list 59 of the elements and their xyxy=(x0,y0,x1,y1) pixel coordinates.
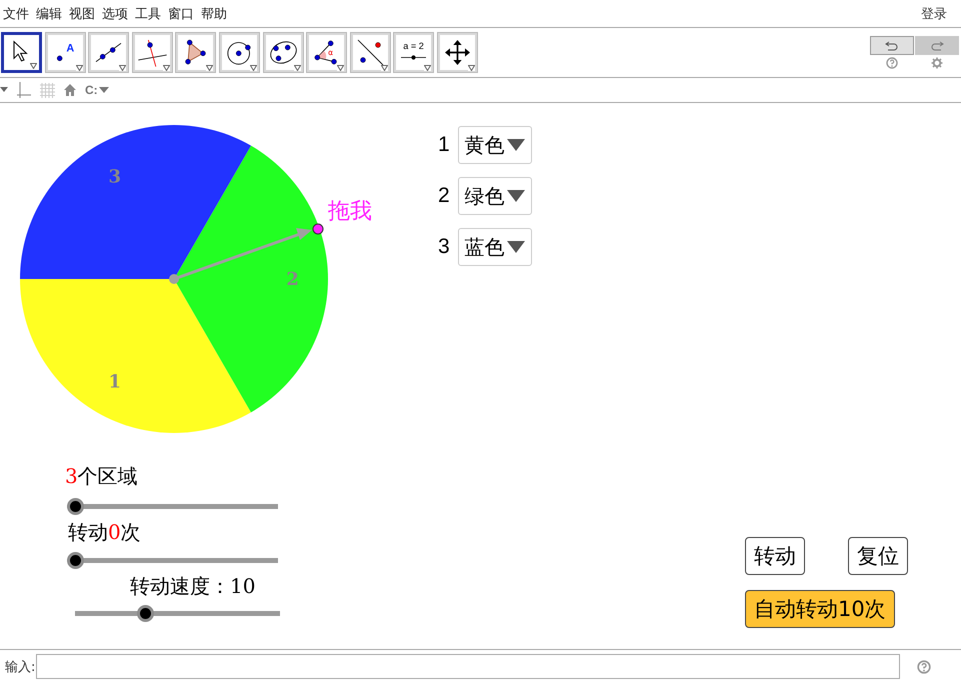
tool-button[interactable] xyxy=(132,32,173,73)
color-dropdown[interactable]: 黄色 xyxy=(458,126,532,164)
slider-label: 转动0次 xyxy=(68,519,141,546)
menu-item[interactable]: 视图 xyxy=(66,4,99,22)
slider-label: 3个区域 xyxy=(65,463,138,490)
color-dropdown[interactable]: 蓝色 xyxy=(458,228,532,266)
collapse-icon[interactable] xyxy=(0,87,8,93)
choice-number: 2 xyxy=(438,184,450,208)
caret-icon xyxy=(506,190,525,202)
line-and-points-icon xyxy=(352,35,388,70)
drag-point[interactable] xyxy=(312,224,324,234)
menu-item[interactable]: 工具 xyxy=(132,4,165,22)
tool-button[interactable] xyxy=(175,32,216,73)
menu-item[interactable]: 选项 xyxy=(99,4,132,22)
point-label: 拖我 xyxy=(328,199,372,224)
help-icon[interactable] xyxy=(886,57,898,69)
tool-button[interactable] xyxy=(218,32,260,73)
undo-button[interactable] xyxy=(870,36,914,55)
undo-icon xyxy=(885,40,899,50)
choice-number: 3 xyxy=(438,235,450,259)
sector-label: 2 xyxy=(286,269,299,290)
help-icon[interactable] xyxy=(917,660,932,674)
dropdown-triangle-icon xyxy=(30,63,37,69)
settings-icon[interactable] xyxy=(931,57,943,69)
label-style-button[interactable]: C: xyxy=(85,83,109,97)
slider-thumb[interactable] xyxy=(67,498,84,515)
dropdown-triangle-icon xyxy=(424,65,432,71)
input-label: 输入: xyxy=(5,658,36,676)
tool-button[interactable] xyxy=(350,32,391,73)
slider-thumb[interactable] xyxy=(136,605,154,622)
tool-button[interactable] xyxy=(88,32,130,73)
tool-button[interactable] xyxy=(262,32,304,73)
sector-label: 3 xyxy=(108,166,121,188)
caret-icon xyxy=(506,241,525,253)
action-button[interactable]: 转动 xyxy=(745,537,805,575)
home-icon[interactable] xyxy=(64,84,76,96)
login-link[interactable]: 登录 xyxy=(921,4,947,22)
action-button[interactable]: 复位 xyxy=(848,537,908,575)
caret-icon xyxy=(98,87,109,93)
action-button[interactable]: 自动转动10次 xyxy=(745,590,895,628)
caret-icon xyxy=(506,139,525,151)
menu-item[interactable]: 编辑 xyxy=(33,4,66,22)
menu-item[interactable]: 帮助 xyxy=(198,4,231,22)
sector-label: 1 xyxy=(108,372,121,393)
menu-item[interactable]: 窗口 xyxy=(165,4,198,22)
dropdown-triangle-icon xyxy=(119,65,126,71)
tool-button[interactable] xyxy=(1,32,42,73)
input-field[interactable] xyxy=(36,654,900,679)
slider-label: 转动速度：10 xyxy=(130,573,256,600)
move-arrows-icon xyxy=(440,35,475,70)
axes-icon[interactable] xyxy=(17,82,31,98)
menu-item[interactable]: 文件 xyxy=(0,4,33,22)
tool-button[interactable] xyxy=(436,32,478,73)
redo-icon xyxy=(930,40,944,50)
color-dropdown[interactable]: 绿色 xyxy=(458,177,532,215)
dropdown-triangle-icon xyxy=(206,65,214,71)
dropdown-triangle-icon xyxy=(337,65,344,71)
choice-number: 1 xyxy=(438,133,450,157)
slider-thumb[interactable] xyxy=(67,552,84,569)
